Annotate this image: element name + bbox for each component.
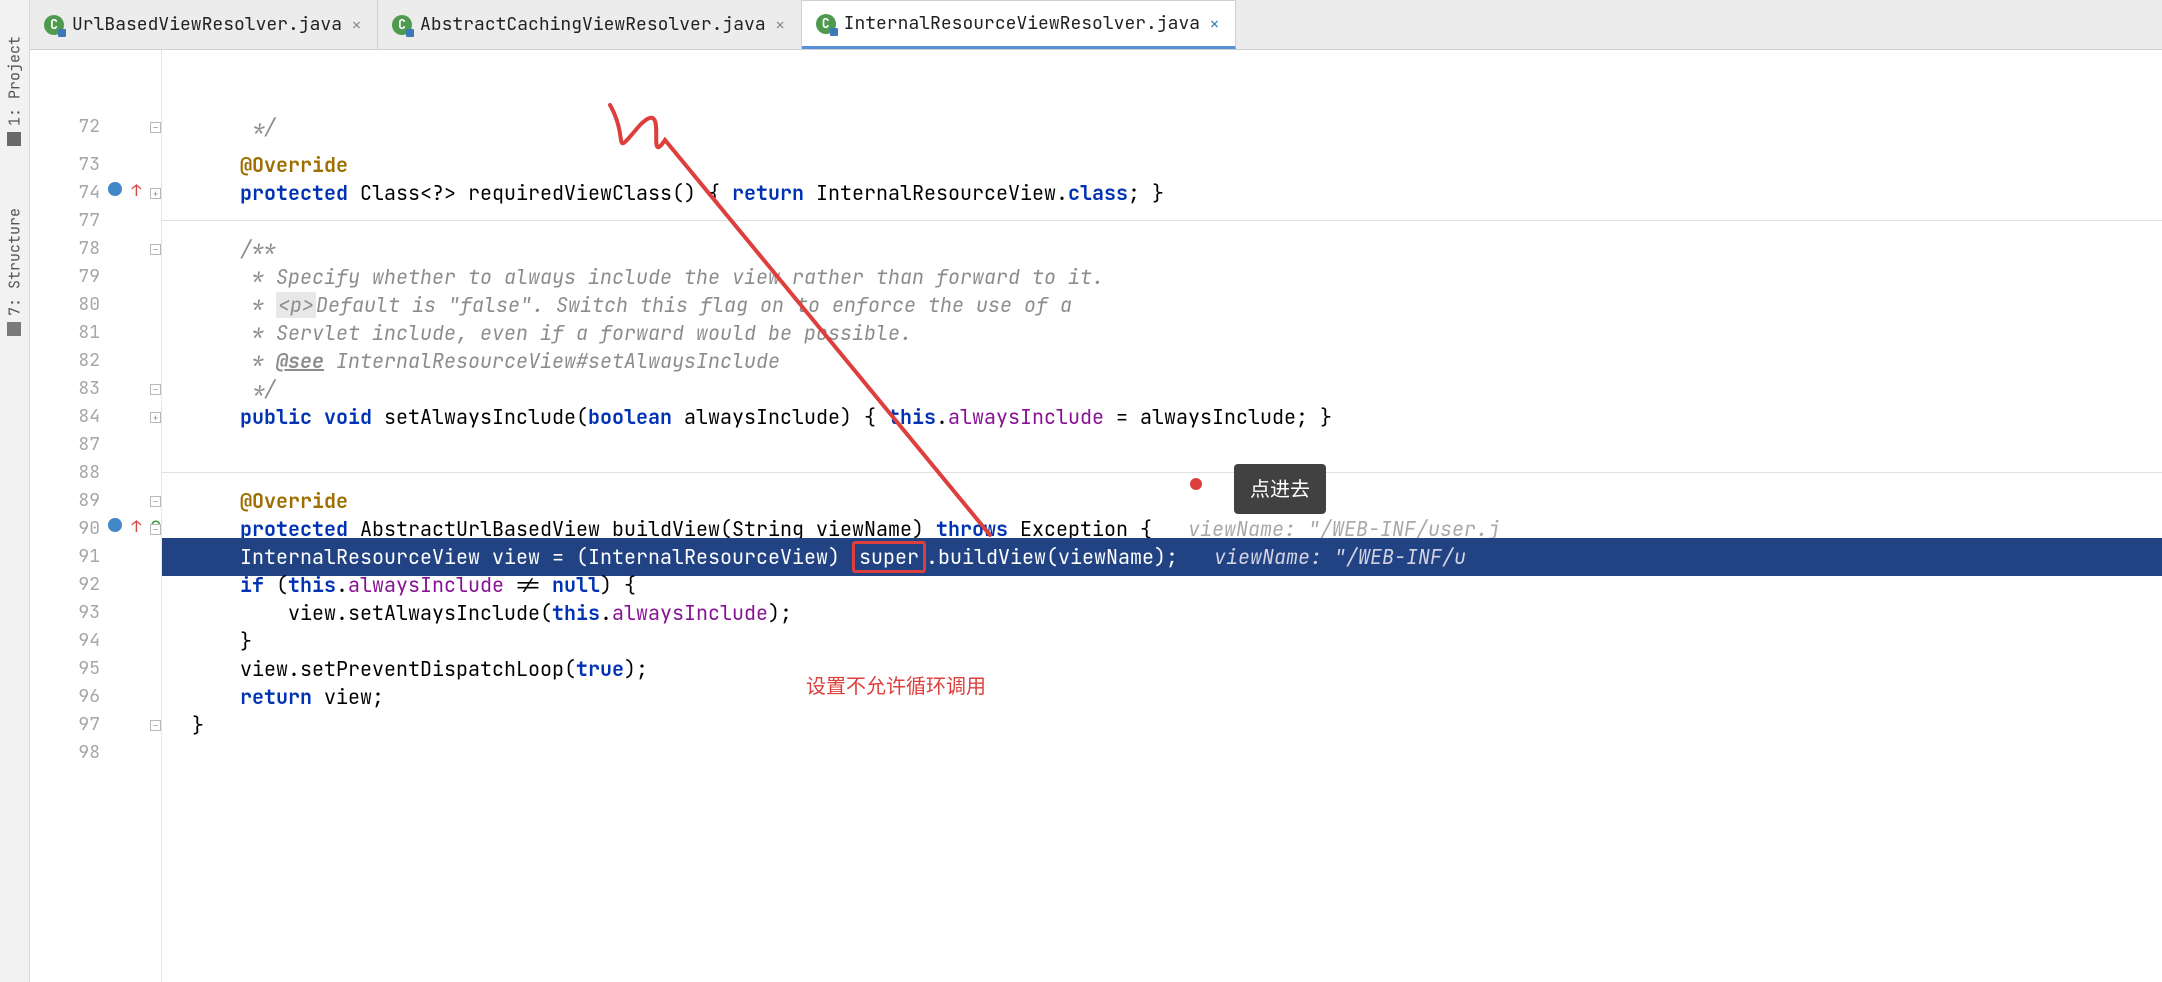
tool-window-label: 7: Structure xyxy=(5,208,25,316)
fold-toggle[interactable]: – xyxy=(150,496,161,507)
code-area[interactable]: */ @Override protected Class<?> required… xyxy=(162,50,2162,982)
tool-window-label: 1: Project xyxy=(5,36,25,126)
annotation-text: 设置不允许循环调用 xyxy=(806,667,986,705)
tab-label: UrlBasedViewResolver.java xyxy=(72,13,342,36)
fold-toggle[interactable]: + xyxy=(150,188,161,199)
method-separator xyxy=(162,472,2162,473)
java-class-icon: C xyxy=(816,14,836,34)
arrow-up-icon: ↑ xyxy=(132,516,142,537)
code-line: public void setAlwaysInclude(boolean alw… xyxy=(162,398,2162,436)
implements-icon xyxy=(108,182,122,196)
line-number: 72 xyxy=(30,108,100,146)
method-separator xyxy=(162,220,2162,221)
editor-tabs: C UrlBasedViewResolver.java ✕ C Abstract… xyxy=(30,0,2162,50)
code-line: protected Class<?> requiredViewClass() {… xyxy=(162,174,2162,212)
arrow-up-icon: ↑ xyxy=(132,180,142,201)
close-icon[interactable]: ✕ xyxy=(1208,14,1221,34)
fold-toggle[interactable]: – xyxy=(150,720,161,731)
implements-icon xyxy=(108,518,122,532)
code-editor[interactable]: 72 73 74 77 78 79 80 81 82 83 84 87 88 8… xyxy=(30,50,2162,982)
tab-internalresourceviewresolver[interactable]: C InternalResourceViewResolver.java ✕ xyxy=(802,0,1236,49)
tab-abstractcachingviewresolver[interactable]: C AbstractCachingViewResolver.java ✕ xyxy=(378,0,802,49)
code-line: } xyxy=(162,706,2162,744)
override-up-marker[interactable]: ↑ xyxy=(108,182,141,199)
line-number: 98 xyxy=(30,734,100,772)
code-line: */ xyxy=(162,108,2162,146)
tab-label: InternalResourceViewResolver.java xyxy=(844,12,1200,35)
annotation-bubble: 点进去 xyxy=(1234,464,1326,514)
structure-icon xyxy=(8,322,22,336)
fold-toggle[interactable]: – xyxy=(150,244,161,255)
close-icon[interactable]: ✕ xyxy=(350,15,363,35)
project-icon xyxy=(8,132,22,146)
gutter: 72 73 74 77 78 79 80 81 82 83 84 87 88 8… xyxy=(30,50,162,982)
fold-toggle[interactable]: – xyxy=(150,122,161,133)
tab-label: AbstractCachingViewResolver.java xyxy=(420,13,766,36)
tool-window-project[interactable]: 1: Project xyxy=(0,30,29,152)
tool-window-structure[interactable]: 7: Structure xyxy=(0,202,29,342)
fold-toggle[interactable]: – xyxy=(150,384,161,395)
fold-toggle[interactable]: + xyxy=(150,412,161,423)
java-class-icon: C xyxy=(392,15,412,35)
tool-windows-sidebar: 1: Project 7: Structure xyxy=(0,0,30,982)
close-icon[interactable]: ✕ xyxy=(774,15,787,35)
java-class-icon: C xyxy=(44,15,64,35)
annotation-bubble-text: 点进去 xyxy=(1250,470,1310,508)
tab-urlbasedviewresolver[interactable]: C UrlBasedViewResolver.java ✕ xyxy=(30,0,378,49)
fold-toggle[interactable]: – xyxy=(150,524,161,535)
